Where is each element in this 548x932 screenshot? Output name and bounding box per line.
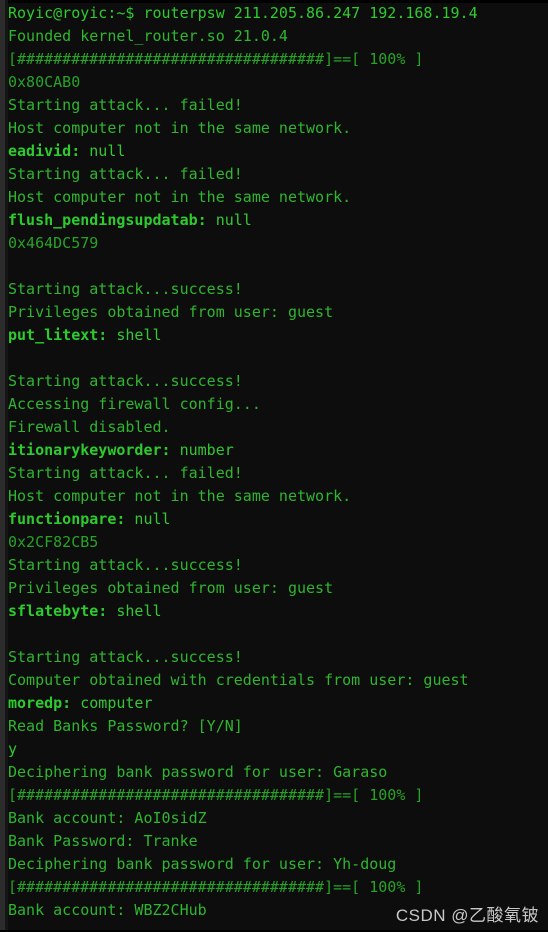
memory-address-line: 0x2CF82CB5: [8, 533, 99, 551]
terminal-line: Privileges obtained from user: guest: [8, 579, 334, 597]
terminal-keyvalue-line: functionpare: null: [8, 508, 548, 531]
status-success-line: Starting attack...success!: [8, 648, 243, 666]
keyvalue-value: shell: [107, 326, 162, 344]
memory-address-line: 0x80CAB0: [8, 73, 81, 91]
keyvalue-key: itionarykeyworder:: [8, 441, 171, 459]
terminal-line: Host computer not in the same network.: [8, 487, 352, 505]
terminal-line: Founded kernel_router.so 21.0.4: [8, 27, 288, 45]
terminal-keyvalue-line: put_litext: shell: [8, 324, 548, 347]
status-failure-line: Starting attack... failed!: [8, 165, 243, 183]
progress-bar-line: [##################################]==[ …: [8, 50, 424, 68]
terminal-line: Firewall disabled.: [8, 418, 171, 436]
progress-bar-line: [##################################]==[ …: [8, 878, 424, 896]
keyvalue-value: computer: [71, 694, 153, 712]
status-success-line: Starting attack...success!: [8, 280, 243, 298]
keyvalue-key: flush_pendingsupdatab:: [8, 211, 207, 229]
csdn-watermark: CSDN @乙酸氧铍: [395, 906, 539, 925]
keyvalue-value: null: [206, 211, 252, 229]
credential-result-line: Bank account: AoI0sidZ: [8, 809, 207, 827]
memory-address-line: 0x464DC579: [8, 234, 99, 252]
status-failure-line: Starting attack... failed!: [8, 464, 243, 482]
prompt-question-line: Read Banks Password? [Y/N]: [8, 717, 243, 735]
keyvalue-key: functionpare:: [8, 510, 126, 528]
terminal-line: Host computer not in the same network.: [8, 188, 352, 206]
progress-bar-line: [##################################]==[ …: [8, 786, 424, 804]
keyvalue-key: moredp:: [8, 694, 72, 712]
terminal-window[interactable]: Royic@royic:~$ routerpsw 211.205.86.247 …: [0, 0, 548, 932]
keyvalue-value: null: [80, 142, 126, 160]
keyvalue-key: eadivid:: [8, 142, 81, 160]
user-input-line[interactable]: y: [8, 738, 548, 761]
keyvalue-key: sflatebyte:: [8, 602, 108, 620]
terminal-line: Accessing firewall config...: [8, 395, 261, 413]
keyvalue-value: null: [125, 510, 171, 528]
console-output[interactable]: Royic@royic:~$ routerpsw 211.205.86.247 …: [8, 2, 548, 922]
terminal-keyvalue-line: eadivid: null: [8, 140, 548, 163]
terminal-prompt-line: Royic@royic:~$ routerpsw 211.205.86.247 …: [8, 4, 478, 22]
terminal-line: Deciphering bank password for user: Yh-d…: [8, 855, 397, 873]
terminal-line: Computer obtained with credentials from …: [8, 671, 469, 689]
keyvalue-value: shell: [107, 602, 162, 620]
terminal-keyvalue-line: moredp: computer: [8, 692, 548, 715]
terminal-keyvalue-line: itionarykeyworder: number: [8, 439, 548, 462]
keyvalue-key: put_litext:: [8, 326, 108, 344]
credential-result-line: Bank Password: Tranke: [8, 832, 198, 850]
terminal-keyvalue-line: flush_pendingsupdatab: null: [8, 209, 548, 232]
terminal-line: Privileges obtained from user: guest: [8, 303, 334, 321]
terminal-keyvalue-line: sflatebyte: shell: [8, 600, 548, 623]
status-success-line: Starting attack...success!: [8, 556, 243, 574]
keyvalue-value: number: [170, 441, 234, 459]
status-success-line: Starting attack...success!: [8, 372, 243, 390]
terminal-line: Host computer not in the same network.: [8, 119, 352, 137]
terminal-line: Deciphering bank password for user: Gara…: [8, 763, 388, 781]
status-failure-line: Starting attack... failed!: [8, 96, 243, 114]
